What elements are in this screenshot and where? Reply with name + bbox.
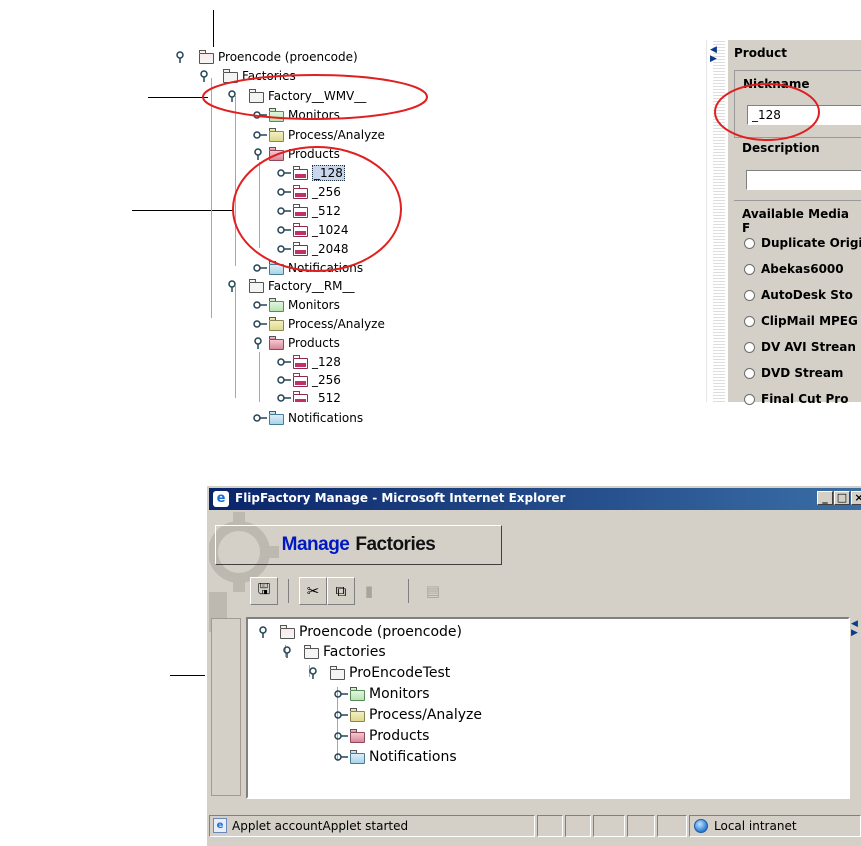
zone-cell: Local intranet bbox=[689, 815, 861, 837]
tree-node-root[interactable]: Proencode (proencode) bbox=[258, 623, 462, 641]
banner-factories-word: Factories bbox=[355, 534, 436, 555]
tree-node-monitors[interactable]: Monitors bbox=[334, 685, 430, 703]
tree-label: Monitors bbox=[369, 686, 430, 702]
tree-node-process[interactable]: Process/Analyze bbox=[334, 706, 482, 724]
callout-annotations bbox=[202, 74, 820, 272]
delete-icon: ▤ bbox=[425, 582, 441, 600]
window-title: FlipFactory Manage - Microsoft Internet … bbox=[235, 491, 566, 505]
callout-ellipse-products bbox=[232, 146, 402, 272]
paste-icon: ▮ bbox=[364, 582, 374, 600]
ie-page-icon: e bbox=[213, 818, 227, 833]
status-text-cell: e Applet accountApplet started bbox=[209, 815, 535, 837]
status-cell bbox=[593, 815, 625, 837]
tree-handle-icon[interactable] bbox=[308, 666, 322, 680]
close-button[interactable]: × bbox=[851, 491, 861, 505]
status-cell bbox=[657, 815, 687, 837]
globe-icon bbox=[694, 819, 708, 833]
tree-handle-icon[interactable] bbox=[334, 689, 348, 699]
folder-icon bbox=[350, 728, 365, 743]
paste-button[interactable]: ▮ bbox=[355, 577, 383, 605]
tree-handle-icon[interactable] bbox=[258, 625, 272, 639]
minimize-button[interactable]: _ bbox=[817, 491, 833, 505]
tree-handle-icon[interactable] bbox=[282, 645, 296, 659]
tree-label: ProEncodeTest bbox=[349, 665, 451, 681]
status-cell bbox=[627, 815, 655, 837]
delete-button[interactable]: ▤ bbox=[419, 577, 447, 605]
copy-button[interactable]: ⧉ bbox=[327, 577, 355, 605]
ie-title-bar[interactable]: e FlipFactory Manage - Microsoft Interne… bbox=[209, 488, 861, 510]
cut-icon: ✂ bbox=[306, 582, 320, 600]
tree-handle-icon[interactable] bbox=[334, 731, 348, 741]
manage-factories-banner: Manage Factories bbox=[215, 525, 502, 565]
tree-node-factory[interactable]: ProEncodeTest bbox=[308, 664, 450, 682]
left-side-strip bbox=[211, 618, 241, 796]
tree-node-products[interactable]: Products bbox=[334, 727, 429, 745]
status-cell bbox=[565, 815, 591, 837]
tree-label: Factories bbox=[323, 644, 386, 660]
status-cell bbox=[537, 815, 563, 837]
tree-label: Proencode (proencode) bbox=[299, 624, 462, 640]
maximize-button[interactable]: □ bbox=[834, 491, 850, 505]
collapse-left-icon[interactable]: ◀ ▶ bbox=[851, 620, 858, 638]
ie-logo-icon: e bbox=[213, 491, 229, 507]
folder-icon bbox=[350, 707, 365, 722]
tree-label: Process/Analyze bbox=[369, 707, 482, 723]
tree-handle-icon[interactable] bbox=[334, 752, 348, 762]
folder-icon bbox=[350, 749, 365, 764]
save-button[interactable]: 🖫 bbox=[250, 577, 278, 605]
tree-label: Notifications bbox=[369, 749, 457, 765]
tree-node-notifications[interactable]: Notifications bbox=[334, 748, 457, 766]
cut-button[interactable]: ✂ bbox=[299, 577, 327, 605]
banner-manage-word: Manage bbox=[281, 534, 350, 555]
copy-icon: ⧉ bbox=[335, 582, 347, 600]
tree-handle-icon[interactable] bbox=[334, 710, 348, 720]
folder-icon bbox=[330, 665, 345, 680]
status-text: Applet accountApplet started bbox=[232, 819, 409, 833]
folder-icon bbox=[280, 624, 295, 639]
callout-ellipse-nickname bbox=[714, 83, 820, 141]
folder-icon bbox=[304, 644, 319, 659]
ie-tree-panel: Proencode (proencode) Factories ProEncod… bbox=[246, 617, 850, 799]
folder-icon bbox=[350, 686, 365, 701]
tree-label: Products bbox=[369, 728, 430, 744]
zone-text: Local intranet bbox=[714, 819, 797, 833]
save-icon: 🖫 bbox=[257, 579, 271, 598]
callout-ellipse-factory bbox=[202, 74, 428, 120]
tree-node-factories[interactable]: Factories bbox=[282, 643, 386, 661]
